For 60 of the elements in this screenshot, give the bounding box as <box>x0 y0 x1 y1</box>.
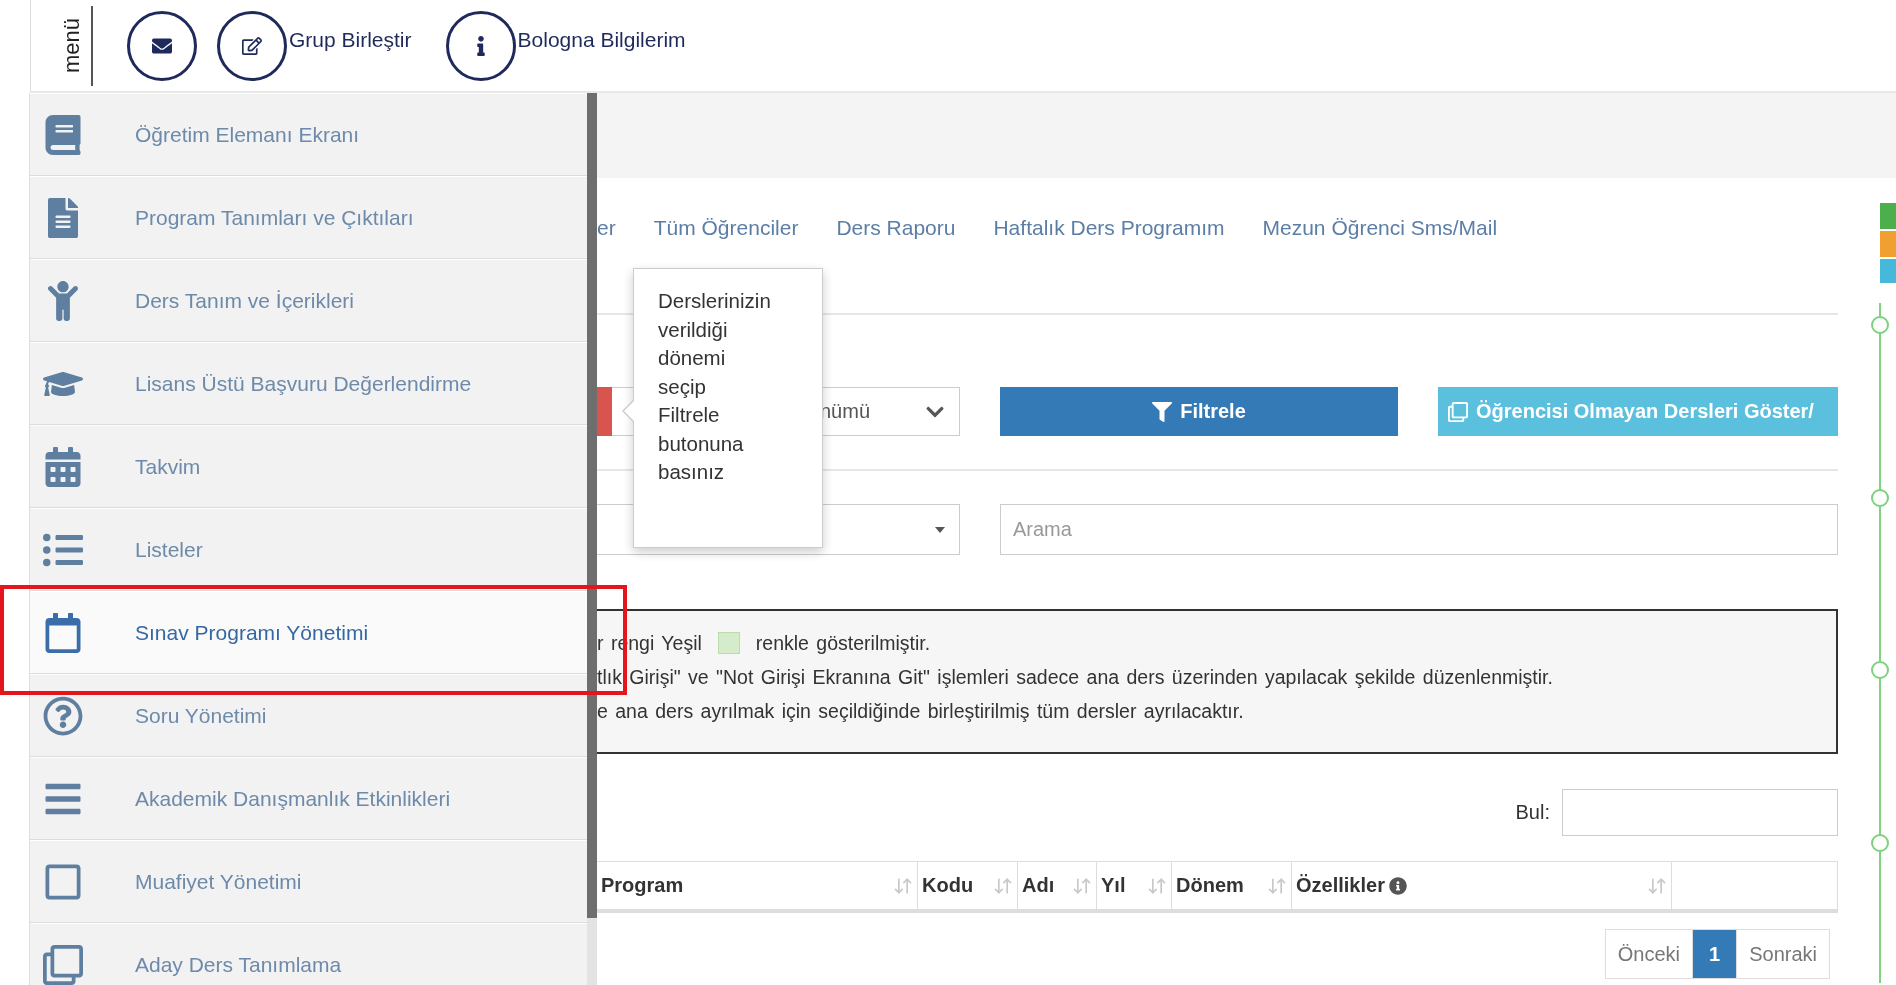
item-label: Listeler <box>135 537 203 562</box>
sidebar-item[interactable]: Sınav Programı Yönetimi <box>30 591 587 674</box>
find-label: Bul: <box>1515 801 1550 824</box>
item-label: Aday Ders Tanımlama <box>135 952 342 977</box>
item-label: Lisans Üstü Başvuru Değerlendirme <box>135 371 472 396</box>
sidebar-item[interactable]: Aday Ders Tanımlama <box>30 923 587 985</box>
item-label: Ders Tanım ve İçerikleri <box>135 288 354 313</box>
menu-label[interactable]: menü <box>59 17 85 73</box>
copy-icon <box>1448 401 1468 422</box>
nav-link[interactable]: Haftalık Ders Programım <box>993 216 1225 240</box>
search-field[interactable]: Arama <box>1000 504 1838 555</box>
find-field[interactable] <box>1562 789 1838 836</box>
filter-button[interactable]: Filtrele <box>1000 387 1398 436</box>
item-label: Program Tanımları ve Çıktıları <box>135 205 414 230</box>
info-icon <box>1388 876 1407 895</box>
item-label: Soru Yönetimi <box>135 703 267 728</box>
question-icon <box>43 695 83 736</box>
sidebar-item[interactable]: Lisans Üstü Başvuru Değerlendirme <box>30 342 587 425</box>
sidebar-item[interactable]: Listeler <box>30 508 587 591</box>
page-button[interactable]: Önceki <box>1604 929 1694 979</box>
calendar-icon <box>43 446 83 487</box>
column-header[interactable]: Adı <box>1022 874 1055 897</box>
copy-icon <box>43 944 83 985</box>
sidebar-item[interactable]: Muafiyet Yönetimi <box>30 840 587 923</box>
item-label: Öğretim Elemanı Ekranı <box>135 122 360 147</box>
sidebar-item[interactable]: Soru Yönetimi <box>30 674 587 757</box>
sidebar-item[interactable]: Takvim <box>30 425 587 508</box>
tooltip-text: Derslerinizin verildiği dönemi seçip Filtrele butonuna basınız <box>658 288 771 485</box>
filter-icon <box>1152 401 1173 422</box>
sidebar-item[interactable]: Program Tanımları ve Çıktıları <box>30 176 587 259</box>
book-icon <box>43 114 83 155</box>
notice-text: renkle gösterilmiştir. <box>755 631 931 655</box>
item-label: Akademik Danışmanlık Etkinlikleri <box>135 786 451 811</box>
action-link[interactable]: Grup Birleştir <box>289 27 412 52</box>
color-swatch <box>717 632 740 654</box>
scrollbar[interactable] <box>587 93 597 985</box>
sidebar-item[interactable]: Öğretim Elemanı Ekranı <box>30 93 587 176</box>
calendar-icon <box>43 612 83 653</box>
sidebar-item[interactable]: Akademik Danışmanlık Etkinlikleri <box>30 757 587 840</box>
nav-link[interactable]: er <box>597 216 616 240</box>
caret-icon <box>935 526 945 533</box>
notice-text: tlık Girişi" ve "Not Girişi Ekranına Git" işlemleri sadece ana ders üzerinden yapılacak şekilde düzenlenmiştir. <box>597 665 1553 689</box>
column-header[interactable]: Özellikler <box>1296 874 1407 897</box>
nav-link[interactable]: Ders Raporu <box>836 216 956 240</box>
column-header[interactable]: Yıl <box>1101 874 1126 897</box>
column-header[interactable]: Dönem <box>1176 874 1244 897</box>
nav-link[interactable]: Mezun Öğrenci Sms/Mail <box>1262 216 1498 240</box>
page-button[interactable]: 1 <box>1692 929 1738 979</box>
column-header[interactable]: Kodu <box>922 874 974 897</box>
notice-text: e ana ders ayrılmak için seçildiğinde birleştirilmiş tüm dersler ayrılacaktır. <box>597 699 1244 723</box>
item-label: Takvim <box>135 454 201 479</box>
required-marker <box>597 387 612 436</box>
nav-link[interactable]: Tüm Öğrenciler <box>653 216 799 240</box>
item-label: Muafiyet Yönetimi <box>135 869 302 894</box>
edit-icon <box>242 35 262 56</box>
page-button[interactable]: Sonraki <box>1736 929 1830 979</box>
item-label: Sınav Programı Yönetimi <box>135 620 369 645</box>
sidebar-item[interactable]: Ders Tanım ve İçerikleri <box>30 259 587 342</box>
column-header[interactable]: Program <box>601 874 684 897</box>
action-link[interactable]: Bologna Bilgilerim <box>517 27 686 52</box>
